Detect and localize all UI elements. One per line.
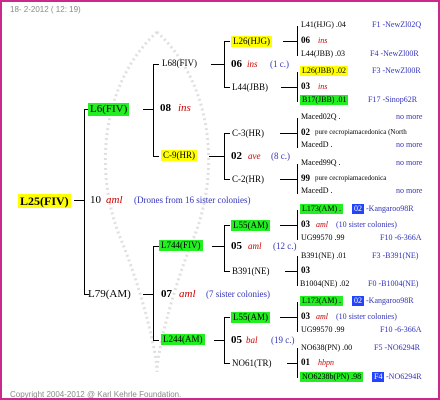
sire-generation: 08 xyxy=(160,102,171,114)
g4-note: (10 sister colonies) xyxy=(336,220,397,229)
g4-origin: F0 -B1004(NE) xyxy=(368,279,419,288)
root-note: (Drones from 16 sister colonies) xyxy=(134,195,251,205)
g4-queen-id[interactable]: L44(JBB) .03 xyxy=(301,50,345,58)
g4-origin: F17 -Sinop62R xyxy=(368,95,418,104)
dam-generation: 07 xyxy=(161,288,172,300)
g4-origin: F1 -NewZl02Q xyxy=(372,20,422,29)
g4-origin: -NO6294R xyxy=(386,372,422,381)
root-generation: 10 xyxy=(90,194,101,206)
ds-generation: 05 xyxy=(231,240,242,252)
g4-origin: F5 -NO6294R xyxy=(374,343,421,352)
g4-breed: hbpn xyxy=(318,358,334,367)
copyright: Copyright 2004-2012 @ Karl Kehrle Founda… xyxy=(10,390,182,399)
g4-origin: no more xyxy=(396,112,423,121)
g4-generation: 01 xyxy=(301,357,310,367)
ds-id[interactable]: L744(FIV) xyxy=(159,240,203,251)
g3-queen-id[interactable]: B391(NE) xyxy=(232,267,270,276)
g4-queen-id[interactable]: L41(HJG) .04 xyxy=(301,21,346,29)
g4-breed: ins xyxy=(318,36,328,45)
ds-breed: aml xyxy=(248,241,262,251)
g4-year: 02 xyxy=(352,204,364,214)
g4-origin: F10 -6-366A xyxy=(380,325,422,334)
sire-breed: ins xyxy=(178,102,191,114)
g4-generation: 03 xyxy=(301,311,310,321)
g4-origin: no more xyxy=(396,140,423,149)
g4-breed: pure cecropiamacedonica xyxy=(315,174,387,182)
g4-generation: 02 xyxy=(301,127,310,137)
g4-origin: F4 -NewZl00R xyxy=(370,49,419,58)
g4-origin: -Kangaroo98R xyxy=(366,204,414,213)
sire-id[interactable]: L6(FIV) xyxy=(88,103,130,116)
sd-note: (8 c.) xyxy=(271,151,290,161)
g4-generation: 06 xyxy=(301,35,310,45)
g3-queen-id[interactable]: C-3(HR) xyxy=(232,129,264,138)
sd-breed: ave xyxy=(248,151,261,161)
g4-queen-id[interactable]: Maced99Q . xyxy=(301,159,341,167)
dam-note: (7 sister colonies) xyxy=(206,289,270,299)
g4-breed: pure cecropiamacedonica (North xyxy=(315,128,407,136)
ss-note: (1 c.) xyxy=(270,59,289,69)
g3-queen-id[interactable]: L55(AM) xyxy=(231,220,270,231)
g4-queen-id[interactable]: Maced02Q . xyxy=(301,113,341,121)
dam-id[interactable]: L79(AM) xyxy=(88,289,131,300)
timestamp: 18- 2-2012 ( 12: 19) xyxy=(10,5,81,14)
root-breed: aml xyxy=(106,194,123,206)
g4-breed: ins xyxy=(318,82,328,91)
g3-queen-id[interactable]: L44(JBB) xyxy=(232,83,268,92)
g4-origin: F3 -B391(NE) xyxy=(372,251,419,260)
g4-origin: no more xyxy=(396,186,423,195)
g4-breed: aml xyxy=(316,312,328,321)
root-queen-id[interactable]: L25(FIV) xyxy=(18,194,71,208)
ss-generation: 06 xyxy=(231,58,242,70)
g3-queen-id[interactable]: L55(AM) xyxy=(231,312,270,323)
ss-breed: ins xyxy=(247,59,258,69)
g4-queen-id[interactable]: MacedD . xyxy=(301,187,333,195)
sd-generation: 02 xyxy=(231,150,242,162)
g4-origin: F3 -NewZl00R xyxy=(372,66,421,75)
g3-queen-id[interactable]: C-2(HR) xyxy=(232,175,264,184)
g4-queen-id[interactable]: B1004(NE) .02 xyxy=(300,280,349,288)
sd-id[interactable]: C-9(HR) xyxy=(161,150,197,161)
g4-generation: 99 xyxy=(301,173,310,183)
g4-origin: F10 -6-366A xyxy=(380,233,422,242)
g4-queen-id[interactable]: L26(JBB) .02 xyxy=(300,66,348,76)
dd-note: (19 c.) xyxy=(271,335,295,345)
g4-year: F4 xyxy=(372,372,385,382)
ds-note: (12 c.) xyxy=(273,241,297,251)
g4-queen-id[interactable]: UG99570 .99 xyxy=(301,234,345,242)
dd-generation: 05 xyxy=(231,334,242,346)
g4-queen-id[interactable]: B391(NE) .01 xyxy=(301,252,346,260)
g4-queen-id[interactable]: MacedD . xyxy=(301,141,333,149)
g4-origin: -Kangaroo98R xyxy=(366,296,414,305)
g3-queen-id[interactable]: NO61(TR) xyxy=(232,359,272,368)
g4-queen-id[interactable]: NO6238b(PN) .98 xyxy=(300,372,364,382)
g4-queen-id[interactable]: L173(AM) . xyxy=(300,204,344,214)
dam-breed: aml xyxy=(179,288,196,300)
g4-queen-id[interactable]: L173(AM) . xyxy=(300,296,344,306)
g3-queen-id[interactable]: L26(HJG) xyxy=(231,36,272,47)
g4-generation: 03 xyxy=(301,219,310,229)
g4-breed: aml xyxy=(316,220,328,229)
g4-note: (10 sister colonies) xyxy=(336,312,397,321)
dd-breed: bal xyxy=(246,335,258,345)
g4-queen-id[interactable]: B17(JBB) .01 xyxy=(300,95,349,105)
g4-origin: no more xyxy=(396,158,423,167)
pedigree-chart: 18- 2-2012 ( 12: 19) L25(FIV) 10 aml (Dr… xyxy=(0,0,440,400)
g4-queen-id[interactable]: UG99570 .99 xyxy=(301,326,345,334)
g4-queen-id[interactable]: NO638(PN) .00 xyxy=(301,344,352,352)
g4-year: 02 xyxy=(352,296,364,306)
dd-id[interactable]: L244(AM) xyxy=(161,334,205,345)
ss-id[interactable]: L68(FIV) xyxy=(162,59,197,68)
g4-generation: 03 xyxy=(301,265,310,275)
g4-generation: 03 xyxy=(301,81,310,91)
